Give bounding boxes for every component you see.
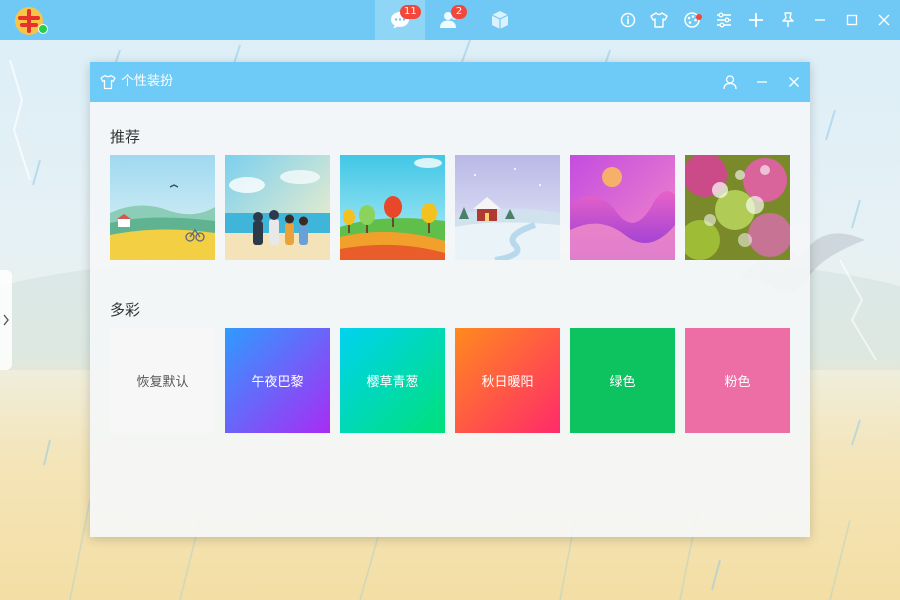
color-tile-autumn-sun[interactable]: 秋日暖阳 <box>455 328 560 433</box>
close-icon <box>789 77 799 87</box>
color-tile-midnight-paris[interactable]: 午夜巴黎 <box>225 328 330 433</box>
color-tile-primrose-green[interactable]: 樱草青葱 <box>340 328 445 433</box>
color-tile-green[interactable]: 绿色 <box>570 328 675 433</box>
color-tile-label: 绿色 <box>609 375 636 390</box>
shirt-icon <box>100 74 116 90</box>
messages-badge: 11 <box>400 5 421 19</box>
theme-thumb-beach-friends[interactable] <box>225 155 330 260</box>
chevron-right-icon <box>3 314 9 326</box>
minimize-icon <box>757 81 767 83</box>
recommend-section-title: 推荐 <box>110 128 141 146</box>
nav-messages[interactable]: 11 <box>375 0 425 40</box>
colorful-section-title: 多彩 <box>110 301 141 319</box>
color-tile-label: 午夜巴黎 <box>251 375 304 390</box>
palette-icon[interactable] <box>680 8 704 32</box>
color-tile-label: 樱草青葱 <box>366 375 419 390</box>
info-icon[interactable] <box>616 8 640 32</box>
cube-icon <box>491 11 509 29</box>
minimize-icon[interactable] <box>808 8 832 32</box>
nav-contacts[interactable]: 2 <box>425 0 475 40</box>
theme-thumb-autumn-trees[interactable] <box>340 155 445 260</box>
close-icon[interactable] <box>872 8 896 32</box>
theme-thumb-snowy-cabin[interactable] <box>455 155 560 260</box>
plus-icon[interactable] <box>744 8 768 32</box>
color-tile-pink[interactable]: 粉色 <box>685 328 790 433</box>
dialog-minimize-button[interactable] <box>750 70 774 94</box>
color-tile-label: 恢复默认 <box>136 375 189 390</box>
theme-thumb-rural-fields[interactable] <box>110 155 215 260</box>
dialog-close-button[interactable] <box>782 70 806 94</box>
theme-thumb-bokeh-lights[interactable] <box>685 155 790 260</box>
color-tile-label: 秋日暖阳 <box>481 375 534 390</box>
online-status-dot <box>38 24 48 34</box>
color-tile-default[interactable]: 恢复默认 <box>110 328 215 433</box>
maximize-icon[interactable] <box>840 8 864 32</box>
color-tile-label: 粉色 <box>724 375 751 390</box>
settings-icon[interactable] <box>712 8 736 32</box>
dialog-header: 个性装扮 <box>90 62 810 102</box>
dialog-title: 个性装扮 <box>121 74 174 89</box>
top-bar: 11 2 <box>0 0 900 40</box>
nav-apps[interactable] <box>475 0 525 40</box>
sidebar-expand-handle[interactable] <box>0 270 12 370</box>
shirt-icon[interactable] <box>647 8 671 32</box>
notification-dot <box>696 14 702 20</box>
account-icon[interactable] <box>718 70 742 94</box>
contacts-badge: 2 <box>451 5 467 19</box>
personalization-dialog: 个性装扮 推荐 多彩 恢复默认 午夜巴黎 樱草青葱 秋日暖阳 绿色 粉色 <box>90 62 810 537</box>
pin-icon[interactable] <box>776 8 800 32</box>
theme-thumb-purple-waves[interactable] <box>570 155 675 260</box>
